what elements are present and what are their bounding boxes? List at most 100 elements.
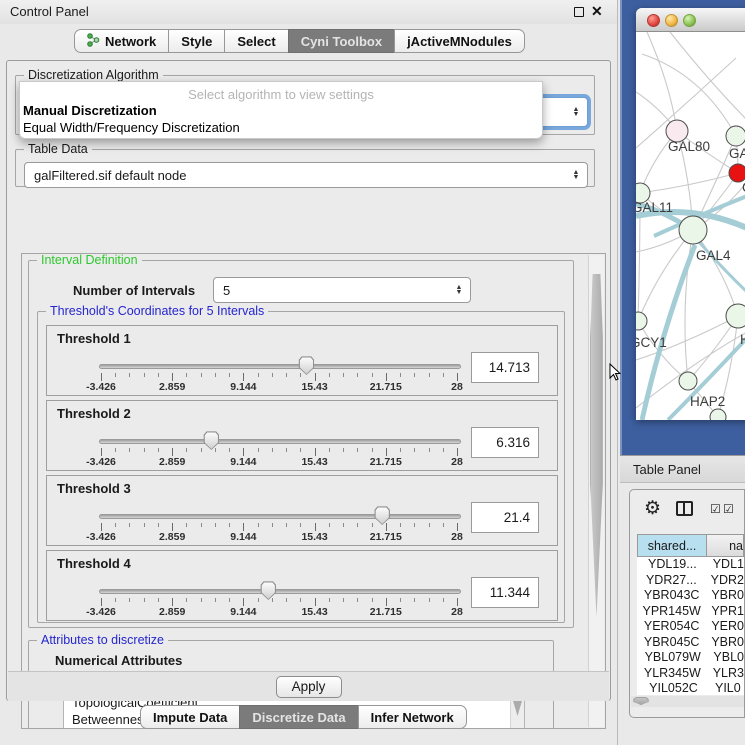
threshold-value-field[interactable]: 6.316 [471, 427, 539, 458]
tick-label: 15.43 [285, 606, 345, 618]
cell-shared-name: YER054C [637, 619, 706, 635]
column-header-shared-[interactable]: shared... [637, 534, 707, 557]
dropdown-option-equal-width-frequency-discretization[interactable]: Equal Width/Frequency Discretization [20, 119, 542, 136]
tab-discretize-data[interactable]: Discretize Data [239, 705, 358, 729]
checkbox-icon[interactable]: ☑ [710, 502, 721, 516]
network-node-green[interactable] [726, 304, 745, 328]
threshold-panel: Threshold 4 -3.4262.8599.14415.4321.7152… [46, 550, 558, 621]
node-label-h: H [740, 332, 745, 347]
network-canvas[interactable]: GAL80GACGAL11GAL4GCY1HHAP2 [636, 32, 745, 420]
dropdown-option-manual-discretization[interactable]: Manual Discretization [20, 102, 542, 119]
control-panel-titlebar: Control Panel ✕ [0, 0, 617, 24]
table-header-row: shared...na [637, 534, 744, 557]
tick-label: 2.859 [142, 381, 202, 393]
split-columns-icon[interactable] [676, 501, 693, 516]
zoom-traffic-light-icon[interactable] [683, 14, 696, 27]
tick-label: 9.144 [213, 606, 273, 618]
table-panel-title: Table Panel [633, 462, 701, 477]
minimize-traffic-light-icon[interactable] [665, 14, 678, 27]
tick-label: -3.426 [71, 531, 131, 543]
threshold-label: Threshold 2 [57, 406, 131, 421]
threshold-value-field[interactable]: 11.344 [471, 577, 539, 608]
table-row[interactable]: YER054CYER0 [637, 619, 744, 635]
network-edge [670, 32, 745, 120]
settings-scroll-area: Interval Definition Number of Intervals … [21, 253, 606, 729]
tab-network[interactable]: Network [74, 29, 169, 53]
combo-stepper-icon: ▲▼ [570, 98, 582, 126]
tab-label: jActiveMNodules [407, 34, 512, 49]
column-header-na[interactable]: na [707, 534, 744, 557]
cell-shared-name: YDR27... [637, 573, 706, 589]
tick-label: 21.715 [356, 606, 416, 618]
network-node-green[interactable] [636, 312, 647, 330]
tab-select[interactable]: Select [224, 29, 288, 53]
tab-impute-data[interactable]: Impute Data [140, 705, 240, 729]
threshold-panel: Threshold 3 -3.4262.8599.14415.4321.7152… [46, 475, 558, 546]
network-node-green[interactable] [726, 126, 745, 146]
tab-label: Select [237, 34, 275, 49]
node-label-hap2: HAP2 [690, 394, 725, 409]
close-traffic-light-icon[interactable] [647, 14, 660, 27]
tick-label: 9.144 [213, 381, 273, 393]
tab-label: Style [181, 34, 212, 49]
tick-label: 15.43 [285, 531, 345, 543]
tab-style[interactable]: Style [168, 29, 225, 53]
tick-label: -3.426 [71, 456, 131, 468]
tick-label: -3.426 [71, 606, 131, 618]
cell-shared-name: YPR145W [637, 604, 706, 620]
network-node-green[interactable] [679, 372, 697, 390]
top-tab-bar: Network Style Select Cyni Toolbox jActiveMNo… [74, 29, 525, 53]
slider-tick-labels: -3.4262.8599.14415.4321.71528 [101, 531, 457, 543]
num-intervals-label: Number of Intervals [73, 283, 195, 298]
network-edge [642, 54, 736, 136]
slider-tick-labels: -3.4262.8599.14415.4321.71528 [101, 606, 457, 618]
float-window-icon[interactable] [574, 7, 584, 17]
tab-label: Infer Network [371, 710, 454, 725]
tick-label: 2.859 [142, 456, 202, 468]
table-body: YDL19...YDL1YDR27...YDR2YBR043CYBR0YPR14… [637, 557, 744, 695]
threshold-value-field[interactable]: 21.4 [471, 502, 539, 533]
threshold-panel: Threshold 1 -3.4262.8599.14415.4321.7152… [46, 325, 558, 396]
slider-track[interactable] [99, 514, 461, 519]
table-row[interactable]: YLR345WYLR3 [637, 666, 744, 682]
table-row[interactable]: YDL19...YDL1 [637, 557, 744, 573]
network-icon [87, 33, 100, 50]
close-icon[interactable]: ✕ [591, 3, 603, 20]
slider-track[interactable] [99, 439, 461, 444]
tab-infer-network[interactable]: Infer Network [358, 705, 467, 729]
combo-stepper-icon: ▲▼ [453, 278, 465, 302]
group-legend: Attributes to discretize [37, 633, 168, 647]
table-row[interactable]: YBR043CYBR0 [637, 588, 744, 604]
threshold-label: Threshold 1 [57, 331, 131, 346]
apply-button[interactable]: Apply [276, 676, 342, 698]
gear-icon[interactable]: ⚙ [644, 497, 661, 520]
interval-definition-group: Interval Definition Number of Intervals … [28, 260, 574, 628]
table-row[interactable]: YBL079WYBL0 [637, 650, 744, 666]
group-legend: Interval Definition [37, 253, 142, 267]
tab-jactivemnodules[interactable]: jActiveMNodules [394, 29, 525, 53]
table-row[interactable]: YBR045CYBR0 [637, 635, 744, 651]
threshold-value-field[interactable]: 14.713 [471, 352, 539, 383]
network-node-green[interactable] [710, 409, 726, 420]
table-row[interactable]: YDR27...YDR2 [637, 573, 744, 589]
table-row[interactable]: YIL052CYIL0 [637, 681, 744, 695]
table-data-combobox[interactable]: galFiltered.sif default node ▲▼ [24, 162, 588, 188]
network-node-green[interactable] [679, 216, 707, 244]
node-label-gal11: GAL11 [636, 200, 673, 215]
cell-shared-name: YDL19... [637, 557, 708, 573]
slider-track[interactable] [99, 364, 461, 369]
settings-vertical-scrollbar[interactable] [588, 255, 604, 727]
tab-label: Discretize Data [252, 710, 345, 725]
slider-tick-labels: -3.4262.8599.14415.4321.71528 [101, 456, 457, 468]
cyni-toolbox-panel: Discretization Algorithm ▲▼ Select algor… [6, 60, 611, 701]
table-row[interactable]: YPR145WYPR1 [637, 604, 744, 620]
slider-track[interactable] [99, 589, 461, 594]
slider-tick-labels: -3.4262.8599.14415.4321.71528 [101, 381, 457, 393]
cell-name: YBL0 [708, 650, 744, 666]
cell-name: YIL0 [710, 681, 744, 695]
num-intervals-combobox[interactable]: 5 ▲▼ [213, 277, 471, 303]
checkbox-icon[interactable]: ☑ [723, 502, 734, 516]
tab-cyni-toolbox[interactable]: Cyni Toolbox [288, 29, 395, 53]
table-horizontal-scrollbar[interactable] [631, 696, 744, 707]
tick-label: 2.859 [142, 606, 202, 618]
